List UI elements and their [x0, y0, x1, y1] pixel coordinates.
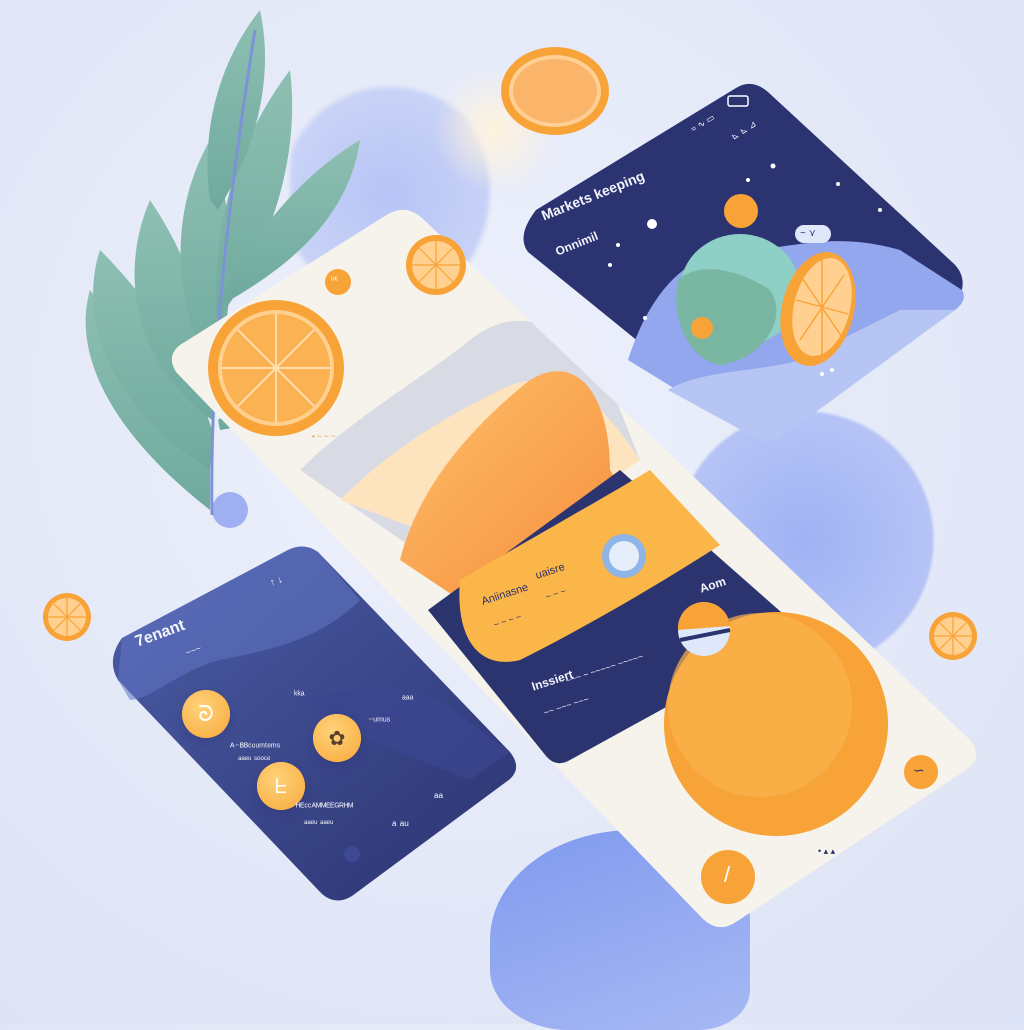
- left-card[interactable]: [0, 0, 1024, 1024]
- row-label-2: ᴬ⁻ᴮᴮᶜᵘᵘᵐᵗᵉᵐˢ: [230, 742, 281, 753]
- row-label-4: ᴴᴱᶜᶜᴬᴹᴹᴱᴱᴳᴿᴴᴹ: [296, 802, 354, 813]
- row-label-3: ⁻ᵘᵐᵘˢ: [368, 716, 391, 727]
- row-label-1: ᵏᵏᵃ: [294, 690, 305, 701]
- row-sub-4: ᵃᵃᵉᵘ ᵃᵃᵉᵘ: [304, 818, 334, 828]
- value-1: ᵃ ᵃᵘ: [392, 818, 409, 832]
- value-2: ᵃᵃ: [434, 790, 443, 804]
- citrus-icon[interactable]: ✿: [313, 714, 361, 762]
- value-3: ᵃᵃᵃ: [402, 694, 414, 705]
- row-sub-2: ᵃᵃᵉᵘ ˢᵒᵒᶜᵉ: [238, 754, 271, 764]
- spiral-icon[interactable]: ᘐ: [182, 690, 230, 738]
